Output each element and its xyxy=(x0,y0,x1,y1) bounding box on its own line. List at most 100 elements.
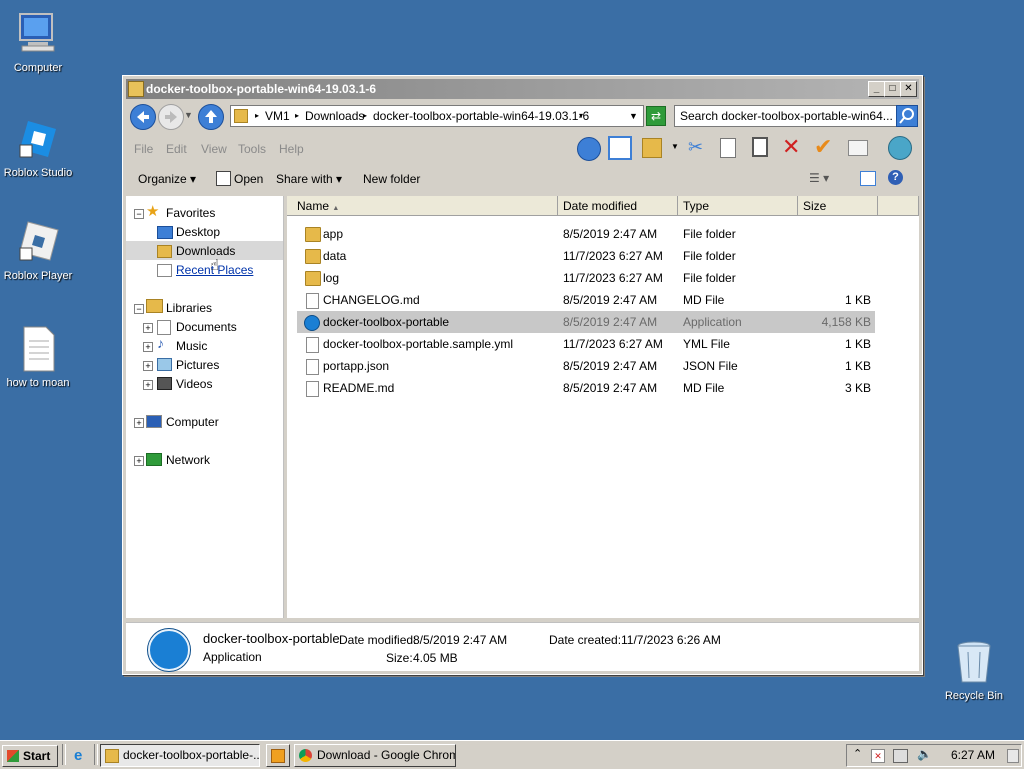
chevron-up-icon[interactable]: ⌃ xyxy=(853,747,862,760)
table-row[interactable]: docker-toolbox-portable.sample.yml 11/7/… xyxy=(297,333,875,355)
expand-toggle[interactable]: + xyxy=(143,361,153,371)
nav-favorites[interactable]: Favorites xyxy=(166,204,215,222)
task-media[interactable] xyxy=(266,744,290,767)
column-header-size[interactable]: Size xyxy=(798,196,878,216)
menu-file[interactable]: File xyxy=(134,142,153,156)
delete-icon[interactable]: ✕ xyxy=(782,134,800,160)
nav-libraries[interactable]: Libraries xyxy=(166,299,212,317)
nav-documents[interactable]: Documents xyxy=(176,318,237,336)
search-input[interactable]: Search docker-toolbox-portable-win64... xyxy=(674,105,899,127)
up-icon[interactable] xyxy=(198,104,224,130)
search-icon[interactable] xyxy=(896,105,918,127)
maximize-button[interactable]: □ xyxy=(884,81,901,97)
desktop-icon-roblox-player[interactable]: Roblox Player xyxy=(0,218,76,282)
table-row[interactable]: CHANGELOG.md 8/5/2019 2:47 AM MD File 1 … xyxy=(297,289,875,311)
nav-desktop[interactable]: Desktop xyxy=(176,223,220,241)
details-size-label: Size: xyxy=(386,651,413,665)
system-tray: ⌃ ✕ 🔈 6:27 AM xyxy=(846,744,1022,767)
share-with-button[interactable]: Share with ▾ xyxy=(276,172,342,186)
network-tray-icon[interactable] xyxy=(893,749,908,763)
nav-computer[interactable]: Computer xyxy=(166,413,219,431)
nav-network[interactable]: Network xyxy=(166,451,210,469)
menu-edit[interactable]: Edit xyxy=(166,142,187,156)
clock[interactable]: 6:27 AM xyxy=(951,748,995,762)
expand-toggle[interactable]: + xyxy=(134,456,144,466)
desktop-icon-how-to-moan[interactable]: how to moan xyxy=(0,325,76,389)
forward-icon[interactable] xyxy=(158,104,184,130)
chevron-down-icon[interactable]: ▼ xyxy=(629,106,638,126)
nav-pictures[interactable]: Pictures xyxy=(176,356,219,374)
new-folder-button[interactable]: New folder xyxy=(363,172,420,186)
desktop-icon-label: Roblox Studio xyxy=(3,167,73,179)
desktop-icon-label: Computer xyxy=(13,62,63,74)
table-row[interactable]: log 11/7/2023 6:27 AM File folder xyxy=(297,267,875,289)
checkmark-icon[interactable]: ✔ xyxy=(814,134,832,160)
expand-toggle[interactable]: + xyxy=(143,380,153,390)
nav-music[interactable]: Music xyxy=(176,337,207,355)
task-explorer[interactable]: docker-toolbox-portable-... xyxy=(100,744,260,767)
task-chrome[interactable]: Download - Google Chrome xyxy=(294,744,456,767)
expand-toggle[interactable]: + xyxy=(143,323,153,333)
cut-icon[interactable]: ✂ xyxy=(688,137,703,158)
column-header-name[interactable]: Name ▲ xyxy=(287,196,558,216)
recycle-bin-icon xyxy=(950,638,998,686)
title-bar[interactable]: docker-toolbox-portable-win64-19.03.1-6 … xyxy=(126,79,919,99)
file-icon xyxy=(306,293,319,309)
paste-icon[interactable] xyxy=(752,137,768,157)
column-header-date[interactable]: Date modified xyxy=(558,196,678,216)
table-row[interactable]: data 11/7/2023 6:27 AM File folder xyxy=(297,245,875,267)
help-icon[interactable]: ? xyxy=(888,170,903,185)
breadcrumb-vm1[interactable]: VM1 xyxy=(265,106,290,126)
organize-button[interactable]: Organize ▾ xyxy=(138,172,196,186)
details-modified-label: Date modified: xyxy=(339,633,417,647)
open-button[interactable]: Open xyxy=(234,172,263,186)
copy-icon[interactable] xyxy=(720,138,736,158)
desktop-icon-recycle-bin[interactable]: Recycle Bin xyxy=(936,638,1012,702)
taskbar: Start e docker-toolbox-portable-... Down… xyxy=(0,740,1024,769)
refresh-icon[interactable]: ⇄ xyxy=(646,106,666,126)
menu-help[interactable]: Help xyxy=(279,142,304,156)
security-alert-icon[interactable]: ✕ xyxy=(871,749,885,763)
internet-explorer-icon[interactable]: e xyxy=(74,747,82,764)
expand-toggle[interactable]: + xyxy=(134,418,144,428)
close-button[interactable]: ✕ xyxy=(900,81,917,97)
pane-icon[interactable] xyxy=(608,136,632,160)
desktop-icon-label: Recycle Bin xyxy=(944,690,1004,702)
back-icon[interactable] xyxy=(130,104,156,130)
folder-icon xyxy=(128,81,144,97)
address-bar[interactable]: ▸ VM1 ▸ Downloads ▸ docker-toolbox-porta… xyxy=(230,105,644,127)
desktop-icon-computer[interactable]: Computer xyxy=(0,10,76,74)
explorer-window[interactable]: docker-toolbox-portable-win64-19.03.1-6 … xyxy=(122,75,923,675)
properties-icon[interactable] xyxy=(848,140,868,156)
globe-icon[interactable] xyxy=(888,136,912,160)
breadcrumb-folder[interactable]: docker-toolbox-portable-win64-19.03.1-6 xyxy=(373,106,589,126)
table-row[interactable]: app 8/5/2019 2:47 AM File folder xyxy=(297,223,875,245)
chevron-down-icon[interactable]: ▼ xyxy=(671,142,679,151)
window-title: docker-toolbox-portable-win64-19.03.1-6 xyxy=(146,82,377,96)
up-folder-icon[interactable] xyxy=(577,137,601,161)
start-button[interactable]: Start xyxy=(2,745,58,767)
volume-muted-icon[interactable]: 🔈 xyxy=(917,747,932,761)
folder-options-icon[interactable] xyxy=(642,138,662,158)
minimize-button[interactable]: _ xyxy=(868,81,885,97)
details-pane: docker-toolbox-portable Application Date… xyxy=(126,622,919,671)
table-row[interactable]: README.md 8/5/2019 2:47 AM MD File 3 KB xyxy=(297,377,875,399)
collapse-toggle[interactable]: − xyxy=(134,304,144,314)
expand-toggle[interactable]: + xyxy=(143,342,153,352)
nav-videos[interactable]: Videos xyxy=(176,375,212,393)
table-row[interactable]: portapp.json 8/5/2019 2:47 AM JSON File … xyxy=(297,355,875,377)
open-icon xyxy=(216,171,231,186)
view-options-icon[interactable]: ☰ ▾ xyxy=(809,171,829,185)
menu-tools[interactable]: Tools xyxy=(238,142,266,156)
column-header-type[interactable]: Type xyxy=(678,196,798,216)
collapse-toggle[interactable]: − xyxy=(134,209,144,219)
table-row-selected[interactable]: docker-toolbox-portable 8/5/2019 2:47 AM… xyxy=(297,311,875,333)
show-desktop-icon[interactable] xyxy=(1007,749,1019,763)
nav-downloads[interactable]: Downloads xyxy=(176,242,235,260)
breadcrumb-downloads[interactable]: Downloads xyxy=(305,106,364,126)
recent-places-icon xyxy=(157,264,172,277)
preview-pane-icon[interactable] xyxy=(860,171,876,186)
desktop-icon-roblox-studio[interactable]: Roblox Studio xyxy=(0,115,76,179)
chevron-down-icon[interactable]: ▼ xyxy=(184,110,193,120)
menu-view[interactable]: View xyxy=(201,142,227,156)
